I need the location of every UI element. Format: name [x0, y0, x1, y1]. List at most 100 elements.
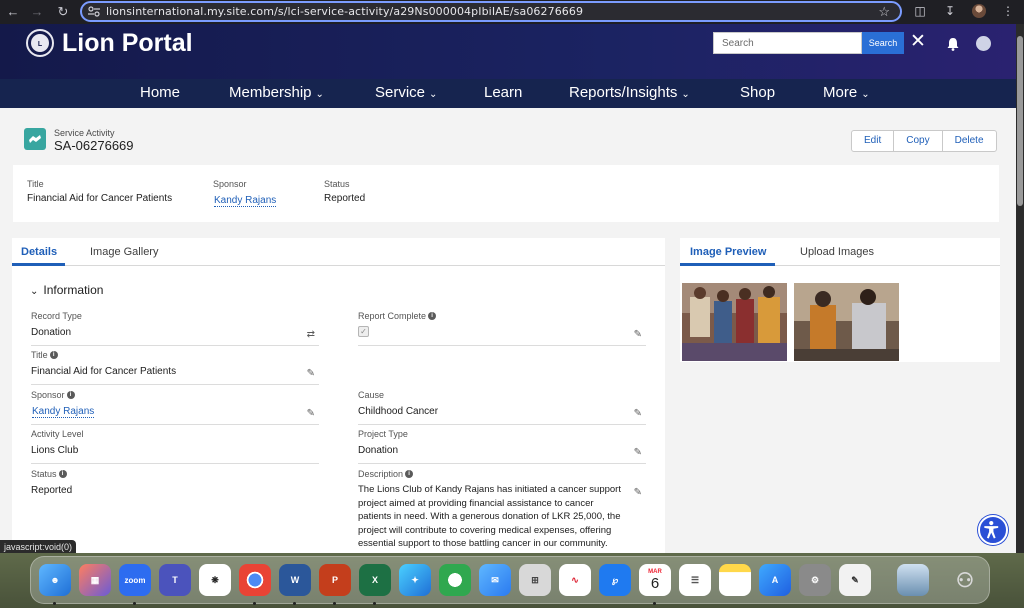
info-icon[interactable]: i	[58, 470, 67, 478]
tab-details[interactable]: Details	[21, 246, 57, 258]
field-label: Report Complete i	[358, 311, 646, 321]
user-avatar-icon[interactable]	[976, 36, 991, 51]
info-icon[interactable]: i	[428, 312, 437, 320]
field-label: Cause	[358, 390, 646, 400]
nav-label: Learn	[484, 84, 523, 101]
page-scrollbar[interactable]	[1016, 24, 1024, 553]
info-icon[interactable]: i	[66, 391, 75, 399]
preview-icon[interactable]	[897, 564, 929, 596]
extensions-icon[interactable]: ◫	[912, 3, 928, 19]
bluetooth-icon[interactable]: ℘	[599, 564, 631, 596]
finder-icon[interactable]: ☻	[39, 564, 71, 596]
running-indicator	[293, 602, 296, 605]
gallery-photo[interactable]	[682, 283, 787, 361]
dock: ☻ ▦ zoom T ❋ W P X ✦ ✉ ⊞ ∿ ℘ MAR 6 ☰ A ⚙…	[30, 556, 990, 605]
running-indicator	[653, 602, 656, 605]
record-type-label: Service Activity	[54, 128, 115, 138]
nav-reports-insights[interactable]: Reports/Insights ⌄	[569, 84, 690, 101]
label-text: Title	[31, 350, 48, 360]
profile-avatar[interactable]	[972, 4, 986, 18]
field-activity-level: Activity Level Lions Club	[31, 429, 319, 465]
kebab-menu-icon[interactable]: ⋮	[1000, 3, 1016, 19]
chatgpt-icon[interactable]: ❋	[199, 564, 231, 596]
chrome-icon[interactable]	[239, 564, 271, 596]
tab-image-gallery[interactable]: Image Gallery	[90, 246, 158, 258]
nav-learn[interactable]: Learn	[484, 84, 522, 101]
nav-home[interactable]: Home	[140, 84, 180, 101]
system-settings-icon[interactable]: ⚙	[799, 564, 831, 596]
calculator-icon[interactable]: ⊞	[519, 564, 551, 596]
field-status: Status i Reported	[31, 469, 319, 505]
trash-icon[interactable]: ⚇	[949, 564, 981, 596]
highlights-panel: Title Financial Aid for Cancer Patients …	[13, 165, 999, 222]
tab-upload-images[interactable]: Upload Images	[800, 246, 874, 258]
change-record-type-icon[interactable]: ⇄	[307, 329, 315, 340]
copy-button[interactable]: Copy	[894, 131, 943, 151]
gallery-photo[interactable]	[794, 283, 899, 361]
running-indicator	[333, 602, 336, 605]
info-icon[interactable]: i	[405, 470, 414, 478]
nav-label: Shop	[740, 84, 776, 101]
edit-pencil-icon[interactable]: ✎	[634, 487, 642, 498]
nav-membership[interactable]: Membership ⌄	[229, 84, 324, 101]
field-label: Project Type	[358, 429, 646, 439]
forward-icon[interactable]: →	[26, 4, 48, 19]
page-content: Service Activity SA-06276669 Edit Copy D…	[0, 108, 1016, 558]
edit-pencil-icon[interactable]: ✎	[634, 408, 642, 419]
nav-label: Membership	[229, 84, 312, 101]
download-icon[interactable]: ↧	[942, 3, 958, 19]
freeform-icon[interactable]: ∿	[559, 564, 591, 596]
bookmark-star-icon[interactable]: ☆	[878, 4, 890, 20]
back-icon[interactable]: ←	[2, 4, 24, 19]
notes-icon[interactable]	[719, 564, 751, 596]
teams-icon[interactable]: T	[159, 564, 191, 596]
field-label: Record Type	[31, 311, 319, 321]
info-icon[interactable]: i	[49, 351, 58, 359]
excel-icon[interactable]: X	[359, 564, 391, 596]
highlight-title-label: Title	[27, 179, 44, 189]
highlight-status-value: Reported	[324, 193, 366, 204]
word-icon[interactable]: W	[279, 564, 311, 596]
accessibility-icon[interactable]	[978, 515, 1008, 545]
calendar-icon[interactable]: MAR 6	[639, 564, 671, 596]
edit-button[interactable]: Edit	[852, 131, 895, 151]
reminders-icon[interactable]: ☰	[679, 564, 711, 596]
textedit-icon[interactable]: ✎	[839, 564, 871, 596]
report-complete-checkbox[interactable]: ✓	[358, 326, 369, 337]
search-button[interactable]: Search	[862, 32, 904, 54]
nav-label: Home	[140, 84, 181, 101]
details-card: Details Image Gallery ⌄ Information Recor…	[12, 238, 665, 558]
reload-icon[interactable]: ↻	[52, 4, 74, 20]
close-icon[interactable]: ✕	[910, 30, 926, 53]
image-preview-card: Image Preview Upload Images	[680, 238, 1000, 362]
edit-pencil-icon[interactable]: ✎	[634, 447, 642, 458]
launchpad-icon[interactable]: ▦	[79, 564, 111, 596]
find-my-icon[interactable]	[439, 564, 471, 596]
edit-pencil-icon[interactable]: ✎	[634, 329, 642, 340]
nav-service[interactable]: Service ⌄	[375, 84, 437, 101]
scroll-thumb[interactable]	[1017, 36, 1023, 206]
zoom-app-icon[interactable]: zoom	[119, 564, 151, 596]
safari-icon[interactable]: ✦	[399, 564, 431, 596]
field-value: Childhood Cancer	[358, 406, 439, 417]
mail-icon[interactable]: ✉	[479, 564, 511, 596]
address-bar[interactable]: lionsinternational.my.site.com/s/lci-ser…	[80, 1, 902, 22]
sponsor-link[interactable]: Kandy Rajans	[32, 406, 95, 418]
edit-pencil-icon[interactable]: ✎	[307, 408, 315, 419]
app-store-icon[interactable]: A	[759, 564, 791, 596]
site-settings-icon[interactable]	[88, 6, 100, 17]
notification-bell-icon[interactable]	[946, 37, 960, 51]
highlight-sponsor-link[interactable]: Kandy Rajans	[214, 195, 277, 207]
tab-image-preview[interactable]: Image Preview	[690, 246, 766, 258]
field-label: Activity Level	[31, 429, 319, 439]
service-activity-icon	[24, 128, 46, 150]
edit-pencil-icon[interactable]: ✎	[307, 368, 315, 379]
delete-button[interactable]: Delete	[943, 131, 996, 151]
nav-more[interactable]: More ⌄	[823, 84, 870, 101]
nav-shop[interactable]: Shop	[740, 84, 775, 101]
powerpoint-icon[interactable]: P	[319, 564, 351, 596]
divider	[358, 463, 646, 464]
section-information[interactable]: ⌄ Information	[30, 283, 103, 297]
chevron-down-icon: ⌄	[315, 89, 324, 100]
search-input[interactable]: Search	[713, 32, 862, 54]
